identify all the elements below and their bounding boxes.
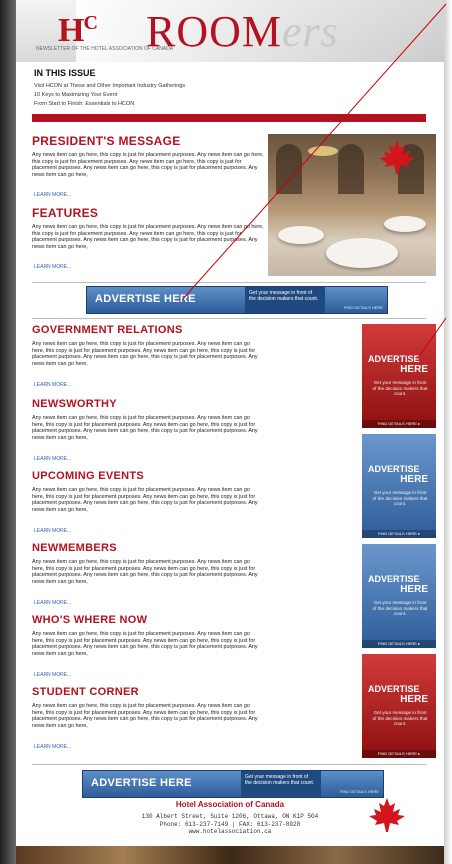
annotation-overlay	[181, 3, 447, 359]
annotation-line	[181, 3, 447, 301]
annotation-line	[417, 317, 447, 359]
